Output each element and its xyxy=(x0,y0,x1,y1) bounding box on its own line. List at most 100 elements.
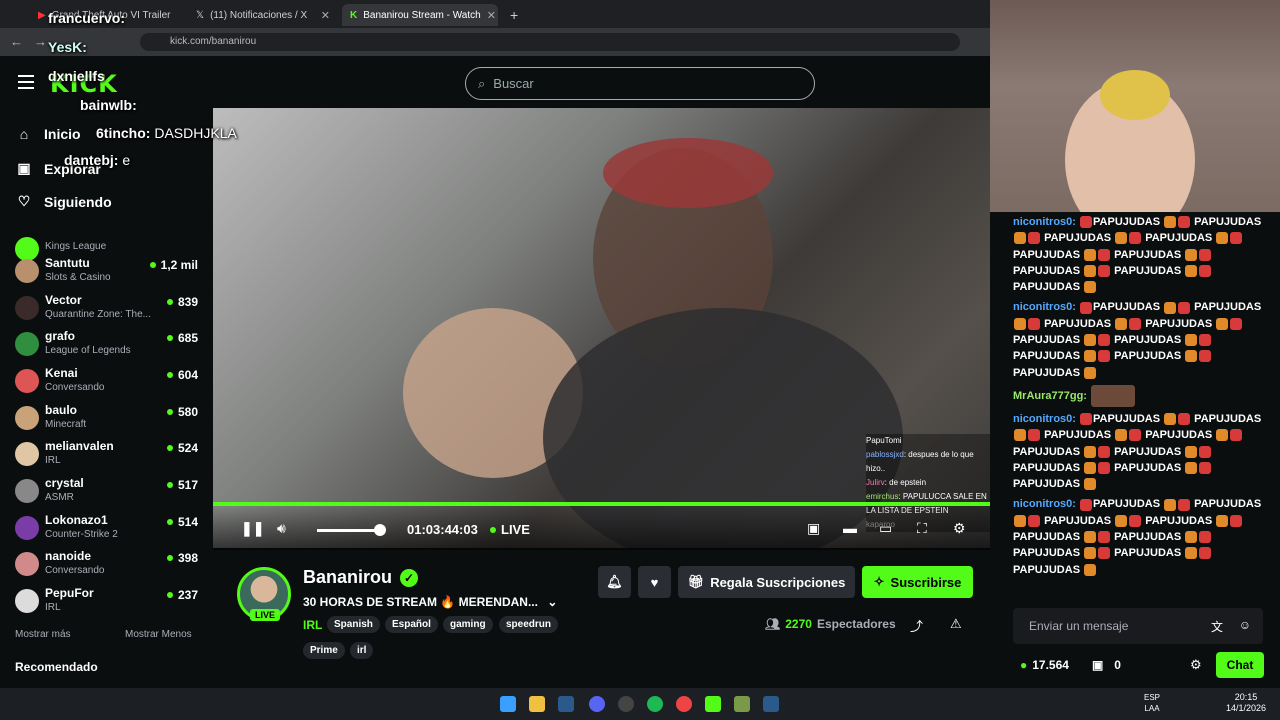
chat-message: MrAura777gg: xyxy=(1005,383,1280,409)
sidebar-channel[interactable]: Vector Quarantine Zone: The... 839 xyxy=(15,293,205,329)
overlay-chat-line: dxniellfs xyxy=(48,68,105,84)
streamer-name[interactable]: Bananirou ✓ xyxy=(303,567,419,588)
start-icon[interactable] xyxy=(500,696,516,712)
file-explorer-icon[interactable] xyxy=(529,696,545,712)
gift-icon: ▣ xyxy=(1091,658,1104,672)
sidebar-channel[interactable]: PepuFor IRL 237 xyxy=(15,586,205,622)
live-indicator: LIVE xyxy=(490,522,530,537)
volume-slider[interactable] xyxy=(317,529,379,532)
back-icon[interactable]: ← xyxy=(10,34,23,49)
tag[interactable]: speedrun xyxy=(499,616,559,633)
sidebar-channel[interactable]: Lokonazo1 Counter-Strike 2 514 xyxy=(15,513,205,549)
emoji-icon[interactable]: ☺ xyxy=(1239,618,1251,632)
compass-icon: ▣ xyxy=(17,160,31,176)
close-tab-icon[interactable]: ✕ xyxy=(321,9,330,22)
volume-knob[interactable] xyxy=(374,524,386,536)
hamburger-menu-icon[interactable] xyxy=(18,75,34,89)
player-controls: ❚❚ 🔊︎ ▣ ▬ ▭ ⛶ ⚙ xyxy=(213,506,990,550)
chevron-down-icon[interactable]: ⌄ xyxy=(547,595,557,609)
gift-subs-button[interactable]: 🎁︎ Regala Suscripciones xyxy=(678,566,855,598)
stream-title: 30 HORAS DE STREAM 🔥 MERENDAN... ⌄ xyxy=(303,595,558,609)
notification-bell-button[interactable]: 🔔︎ xyxy=(598,566,631,598)
sidebar-channel[interactable]: Santutu Slots & Casino 1,2 mil xyxy=(15,256,205,292)
live-dot xyxy=(166,335,173,341)
x-icon: 𝕏 xyxy=(196,9,205,21)
fullscreen-icon[interactable]: ⛶ xyxy=(917,520,927,537)
tag[interactable]: Español xyxy=(385,616,438,633)
channel-points[interactable]: ● 17.564 ▣ 0 xyxy=(1020,658,1121,672)
overlay-chat-line: francuervo: xyxy=(48,10,126,26)
chat-input[interactable]: Enviar un mensaje 文 ☺ xyxy=(1013,608,1263,644)
clip-icon[interactable]: ▬ xyxy=(843,520,857,536)
avatar xyxy=(15,479,39,503)
avatar xyxy=(15,259,39,283)
new-tab-button[interactable]: + xyxy=(502,4,524,26)
url-field[interactable]: kick.com/bananirou xyxy=(140,33,960,51)
theater-icon[interactable]: ▭ xyxy=(879,520,892,537)
tag[interactable]: gaming xyxy=(443,616,493,633)
star-icon: ✧ xyxy=(873,574,885,589)
live-dot xyxy=(166,299,173,305)
tag[interactable]: Prime xyxy=(303,642,345,659)
volume-icon[interactable]: 🔊︎ xyxy=(277,520,286,537)
steam-icon[interactable] xyxy=(763,696,779,712)
avatar xyxy=(15,589,39,613)
browser-tab-bar: ▶ Grand Theft Auto VI Trailer 𝕏 (11) Notif… xyxy=(0,0,990,28)
sidebar-channel[interactable]: baulo Minecraft 580 xyxy=(15,403,205,439)
show-less-link[interactable]: Mostrar Menos xyxy=(125,629,192,640)
sidebar-channel[interactable]: crystal ASMR 517 xyxy=(15,476,205,512)
sidebar-channel[interactable]: Kenai Conversando 604 xyxy=(15,366,205,402)
chat-message: niconitros0: PAPUJUDAS PAPUJUDAS PAPUJUD… xyxy=(1013,216,1262,294)
nav-inicio[interactable]: ⌂ Inicio xyxy=(16,126,81,142)
live-dot xyxy=(166,409,173,415)
chat-send-button[interactable]: Chat xyxy=(1216,652,1264,678)
live-dot xyxy=(166,555,173,561)
nav-siguiendo[interactable]: ♡ Siguiendo xyxy=(16,193,112,210)
taskbar xyxy=(0,688,1280,720)
gift-icon: 🎁︎ xyxy=(687,574,705,589)
obs-icon[interactable] xyxy=(618,696,634,712)
points-icon: ● xyxy=(1020,658,1028,672)
overlay-chat-line: dantebj: e xyxy=(64,152,131,168)
chat-settings-icon[interactable]: ⚙ xyxy=(1190,657,1202,673)
kick-app-icon[interactable] xyxy=(705,696,721,712)
subscribe-button[interactable]: ✧ Suscribirse xyxy=(862,566,973,598)
tab-x-notifications[interactable]: 𝕏 (11) Notificaciones / X ✕ xyxy=(188,4,338,26)
live-dot xyxy=(490,526,496,533)
show-more-link[interactable]: Mostrar más xyxy=(15,629,71,640)
pause-icon[interactable]: ❚❚ xyxy=(241,520,264,537)
avatar xyxy=(15,369,39,393)
address-bar: ← → kick.com/bananirou xyxy=(0,28,990,56)
follow-button[interactable]: ♥ xyxy=(638,566,671,598)
report-icon[interactable]: ⚠ xyxy=(950,616,962,632)
stream-category[interactable]: IRL xyxy=(303,618,322,632)
sidebar-channel[interactable]: nanoide Conversando 398 xyxy=(15,549,205,585)
steam-icon[interactable] xyxy=(558,696,574,712)
live-dot xyxy=(166,592,173,598)
forward-icon[interactable]: → xyxy=(34,34,47,49)
language-indicator[interactable]: ESP LAA xyxy=(1144,692,1160,714)
share-icon[interactable]: ⤴ xyxy=(910,616,923,635)
tag[interactable]: irl xyxy=(350,642,374,659)
system-clock[interactable]: 20:15 14/1/2026 xyxy=(1226,692,1266,714)
miniplayer-icon[interactable]: ▣ xyxy=(807,520,820,537)
chat-message: niconitros0: PAPUJUDAS PAPUJUDAS PAPUJUD… xyxy=(1013,498,1262,576)
sidebar-channel[interactable]: melianvalen IRL 524 xyxy=(15,439,205,475)
discord-icon[interactable] xyxy=(589,696,605,712)
heart-icon: ♡ xyxy=(17,193,31,209)
search-input[interactable]: ⌕ Buscar xyxy=(465,67,815,100)
live-dot xyxy=(166,519,173,525)
tag[interactable]: Spanish xyxy=(327,616,380,633)
chrome-icon[interactable] xyxy=(676,696,692,712)
overlay-chat-line: 6tincho: DASDHJKLA xyxy=(96,125,237,141)
translate-icon[interactable]: 文 xyxy=(1211,618,1223,635)
live-dot xyxy=(166,445,173,451)
tab-bananirou[interactable]: K Bananirou Stream - Watch ✕ xyxy=(342,4,498,26)
sidebar-channel[interactable]: grafo League of Legends 685 xyxy=(15,329,205,365)
minecraft-icon[interactable] xyxy=(734,696,750,712)
live-dot xyxy=(166,482,173,488)
chat-panel: niconitros0: PAPUJUDAS PAPUJUDAS PAPUJUD… xyxy=(1005,212,1280,607)
spotify-icon[interactable] xyxy=(647,696,663,712)
close-tab-icon[interactable]: ✕ xyxy=(487,9,496,22)
settings-icon[interactable]: ⚙ xyxy=(953,520,966,537)
